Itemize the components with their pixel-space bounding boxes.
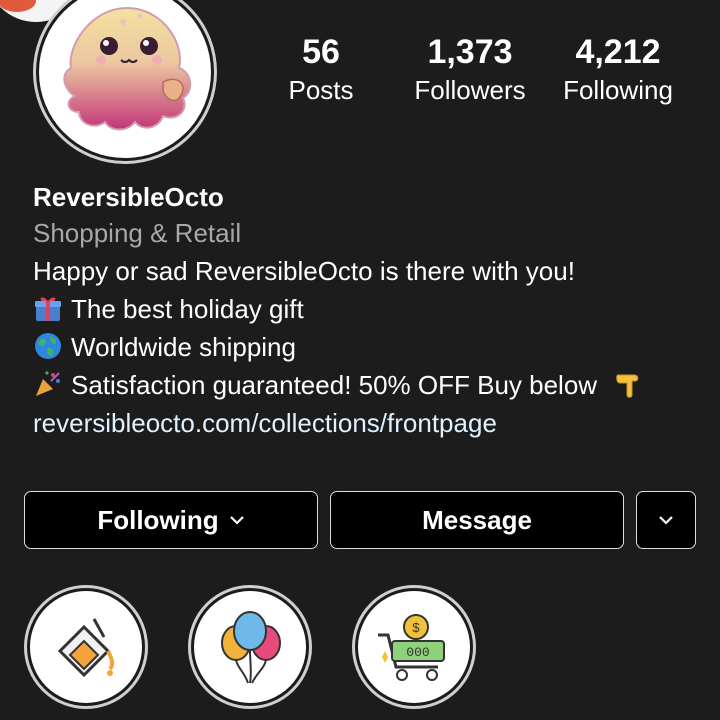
profile-stats: 56 Posts 1,373 Followers 4,212 Following xyxy=(0,32,720,122)
bio-line-2: The best holiday gift xyxy=(33,290,703,328)
message-button-label: Message xyxy=(422,504,532,535)
posts-stat[interactable]: 56 Posts xyxy=(241,32,401,106)
shopping-cart-coin-icon: $ 000 xyxy=(378,614,445,681)
bio-line-2-text: The best holiday gift xyxy=(71,294,304,324)
profile-bio: ReversibleOcto Shopping & Retail Happy o… xyxy=(33,180,703,442)
party-popper-icon xyxy=(36,371,60,396)
highlight-1[interactable] xyxy=(24,585,148,709)
following-count: 4,212 xyxy=(575,33,661,71)
highlight-3[interactable]: $ 000 xyxy=(352,585,476,709)
highlight-2[interactable] xyxy=(188,585,312,709)
bio-line-1-text: Happy or sad ReversibleOcto is there wit… xyxy=(33,256,575,286)
profile-category: Shopping & Retail xyxy=(33,218,242,248)
chevron-down-icon xyxy=(229,516,244,525)
followers-stat[interactable]: 1,373 Followers xyxy=(390,32,550,106)
following-button[interactable]: Following xyxy=(24,491,318,549)
pointing-down-hand-icon xyxy=(616,374,639,398)
profile-username: ReversibleOcto xyxy=(33,182,224,212)
followers-count: 1,373 xyxy=(427,33,513,71)
posts-count: 56 xyxy=(302,33,340,71)
svg-text:$: $ xyxy=(412,620,420,635)
profile-link[interactable]: reversibleocto.com/collections/frontpage xyxy=(33,404,703,442)
bio-line-3: Worldwide shipping xyxy=(33,328,703,366)
globe-icon xyxy=(35,333,61,359)
svg-text:000: 000 xyxy=(406,645,429,660)
balloons-icon xyxy=(221,611,281,684)
bio-line-1: Happy or sad ReversibleOcto is there wit… xyxy=(33,252,703,290)
bio-line-3-text: Worldwide shipping xyxy=(71,332,296,362)
profile-actions: Following Message xyxy=(24,491,696,551)
following-stat[interactable]: 4,212 Following xyxy=(538,32,698,106)
gift-icon xyxy=(35,297,61,321)
chevron-down-icon xyxy=(659,516,673,525)
story-highlights: $ 000 xyxy=(24,585,696,720)
bio-line-4-text: Satisfaction guaranteed! 50% OFF Buy bel… xyxy=(71,370,598,400)
posts-label: Posts xyxy=(288,75,354,105)
followers-label: Followers xyxy=(414,75,526,105)
following-button-label: Following xyxy=(97,504,219,535)
bio-line-4: Satisfaction guaranteed! 50% OFF Buy bel… xyxy=(33,366,703,404)
suggested-accounts-button[interactable] xyxy=(636,491,696,549)
message-button[interactable]: Message xyxy=(330,491,624,549)
paint-bucket-icon xyxy=(57,618,115,678)
following-label: Following xyxy=(563,75,673,105)
